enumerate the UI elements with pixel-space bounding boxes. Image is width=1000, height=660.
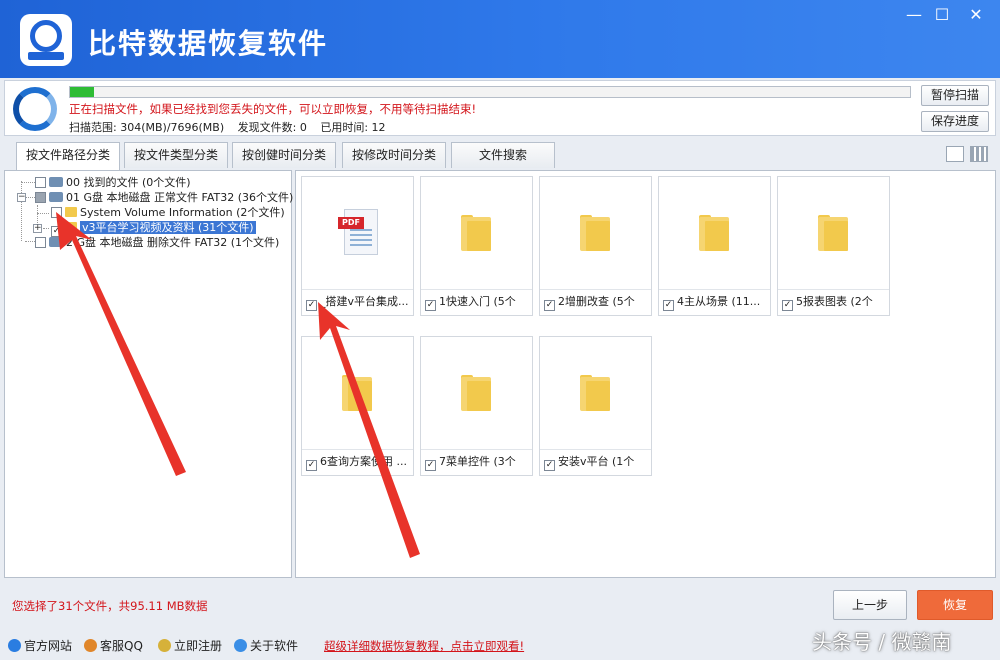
arrow-to-tree xyxy=(56,212,186,476)
annotation-arrows xyxy=(56,212,420,558)
arrow-to-file xyxy=(318,302,420,558)
